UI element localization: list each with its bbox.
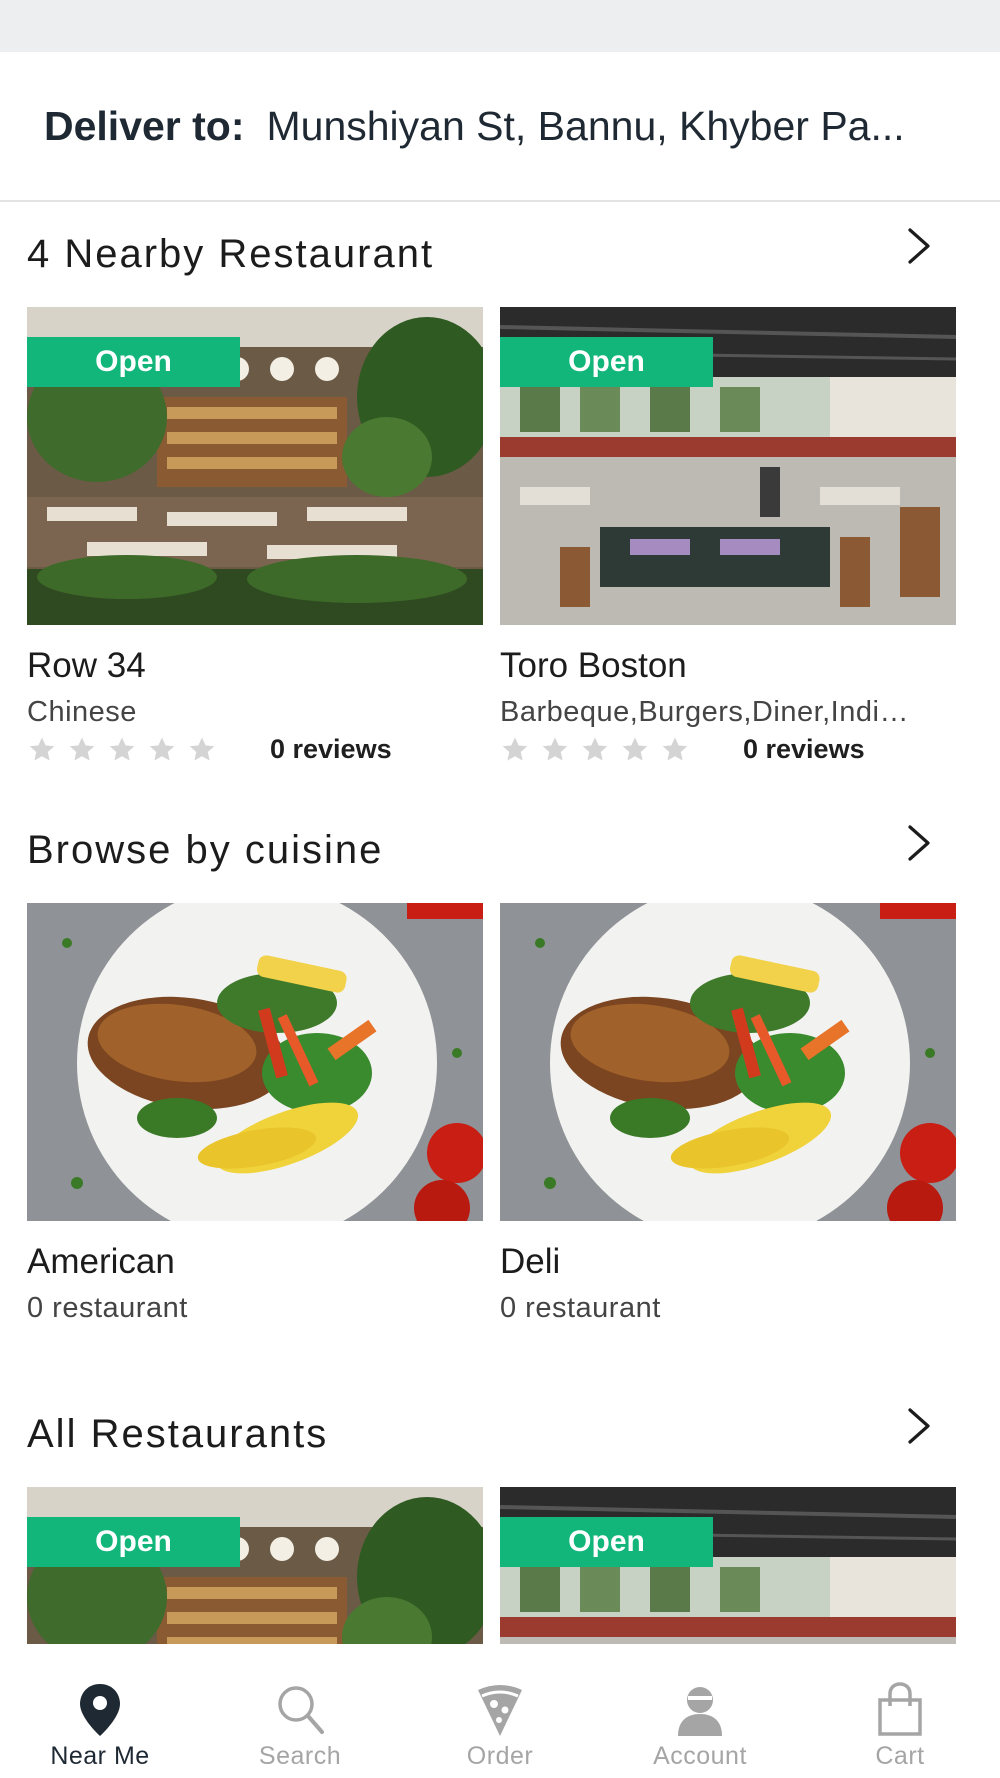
- star-icon: [107, 735, 137, 765]
- cuisine-name[interactable]: Deli: [500, 1242, 560, 1282]
- status-bar: [0, 0, 1000, 52]
- star-icon: [540, 735, 570, 765]
- tab-label: Near Me: [50, 1742, 150, 1770]
- restaurant-name[interactable]: Toro Boston: [500, 646, 687, 686]
- cuisine-name[interactable]: American: [27, 1242, 175, 1282]
- star-icon: [67, 735, 97, 765]
- cuisine-restaurant-count: 0 restaurant: [27, 1292, 188, 1324]
- star-icon: [660, 735, 690, 765]
- tab-label: Cart: [875, 1742, 925, 1770]
- location-pin-icon: [80, 1684, 120, 1736]
- reviews-count: 0 reviews: [743, 734, 865, 764]
- star-icon: [580, 735, 610, 765]
- deliver-address[interactable]: Munshiyan St, Bannu, Khyber Pa...: [267, 103, 905, 150]
- open-badge: Open: [500, 1517, 713, 1567]
- cuisine-photo: [500, 903, 956, 1221]
- cuisine-see-all-chevron-icon[interactable]: [904, 823, 934, 863]
- shopping-bag-icon: [878, 1682, 922, 1736]
- deliver-to-label: Deliver to:: [44, 102, 245, 149]
- star-icon: [147, 735, 177, 765]
- bottom-tab-bar: Near Me Search Order Account Cart: [0, 1644, 1000, 1778]
- restaurant-card-image[interactable]: Open: [500, 307, 956, 625]
- open-badge: Open: [500, 337, 713, 387]
- tab-label: Search: [258, 1742, 342, 1770]
- star-icon: [620, 735, 650, 765]
- tab-order[interactable]: Order: [400, 1644, 600, 1778]
- cuisine-restaurant-count: 0 restaurant: [500, 1292, 661, 1324]
- cuisine-card-image[interactable]: [27, 903, 483, 1221]
- cuisine-section-title: Browse by cuisine: [27, 828, 384, 872]
- restaurant-card-image[interactable]: Open: [27, 1487, 483, 1644]
- star-icon: [500, 735, 530, 765]
- restaurant-card-image[interactable]: Open: [27, 307, 483, 625]
- nearby-see-all-chevron-icon[interactable]: [904, 226, 934, 266]
- search-icon: [278, 1686, 324, 1734]
- tab-search[interactable]: Search: [200, 1644, 400, 1778]
- tab-label: Order: [466, 1742, 534, 1770]
- tab-cart[interactable]: Cart: [800, 1644, 1000, 1778]
- open-badge: Open: [27, 337, 240, 387]
- reviews-count: 0 reviews: [270, 734, 392, 764]
- account-icon: [678, 1687, 722, 1736]
- tab-label: Account: [653, 1742, 747, 1770]
- star-icon: [27, 735, 57, 765]
- open-badge: Open: [27, 1517, 240, 1567]
- restaurant-card-image[interactable]: Open: [500, 1487, 956, 1644]
- rating-row: 0 reviews: [27, 734, 392, 765]
- cuisine-photo: [27, 903, 483, 1221]
- all-restaurants-section-title: All Restaurants: [27, 1412, 329, 1456]
- nearby-section-title: 4 Nearby Restaurant: [27, 232, 435, 276]
- star-icon: [187, 735, 217, 765]
- restaurant-name[interactable]: Row 34: [27, 646, 146, 686]
- tab-account[interactable]: Account: [600, 1644, 800, 1778]
- rating-row: 0 reviews: [500, 734, 865, 765]
- cuisine-card-image[interactable]: [500, 903, 956, 1221]
- deliver-to-bar[interactable]: Deliver to: Munshiyan St, Bannu, Khyber …: [0, 52, 1000, 202]
- tab-near-me[interactable]: Near Me: [0, 1644, 200, 1778]
- pizza-icon: [478, 1685, 522, 1736]
- restaurant-cuisine: Barbeque,Burgers,Diner,Indi…: [500, 696, 909, 728]
- restaurant-cuisine: Chinese: [27, 696, 137, 728]
- all-restaurants-see-all-chevron-icon[interactable]: [904, 1406, 934, 1446]
